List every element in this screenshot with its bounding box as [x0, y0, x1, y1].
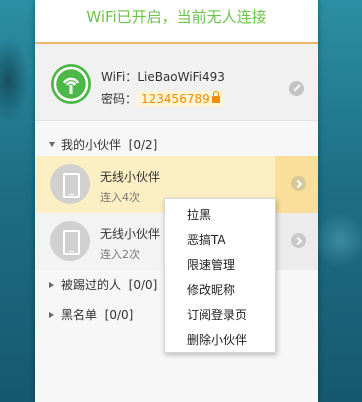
expand-right-icon: [49, 312, 54, 318]
phone-icon: [63, 230, 80, 255]
section-friends-count: [0/2]: [128, 138, 158, 152]
wifi-info-card: WiFi：LieBaoWiFi493 密码： 123456789: [35, 44, 318, 121]
lock-icon: [211, 91, 220, 103]
phone-icon: [63, 173, 80, 198]
context-menu: 拉黑 恶搞TA 限速管理 修改昵称 订阅登录页 删除小伙伴: [164, 198, 276, 353]
wifi-icon: [51, 64, 91, 104]
password-value[interactable]: 123456789: [137, 91, 224, 107]
section-blacklist[interactable]: 黑名单 [0/0]: [49, 306, 133, 323]
ssid-value: LieBaoWiFi493: [137, 70, 225, 84]
avatar: [50, 164, 90, 204]
chevron-right-icon[interactable]: [291, 176, 306, 191]
chevron-right-icon[interactable]: [291, 233, 306, 248]
friend-connect-count: 连入4次: [100, 191, 140, 204]
expand-right-icon: [49, 282, 54, 288]
password-label: 密码：: [101, 92, 138, 106]
avatar: [50, 221, 90, 261]
expand-down-icon: [49, 142, 55, 147]
menu-item-subscribe-login[interactable]: 订阅登录页: [187, 306, 247, 323]
menu-item-rename[interactable]: 修改昵称: [187, 281, 235, 298]
menu-item-speed-limit[interactable]: 限速管理: [187, 256, 235, 273]
friend-connect-count: 连入2次: [100, 248, 140, 261]
section-blacklist-count: [0/0]: [104, 308, 134, 322]
status-text: WiFi已开启，当前无人连接: [86, 8, 267, 26]
section-blacklist-label: 黑名单: [61, 308, 98, 322]
section-kicked-label: 被踢过的人: [61, 278, 122, 292]
edit-icon[interactable]: [289, 81, 304, 96]
menu-item-prank[interactable]: 恶搞TA: [187, 231, 226, 248]
section-friends-label: 我的小伙伴: [61, 138, 122, 152]
status-header: WiFi已开启，当前无人连接: [35, 0, 318, 44]
section-kicked-count: [0/0]: [128, 278, 158, 292]
section-friends[interactable]: 我的小伙伴 [0/2]: [49, 136, 157, 153]
password-text: 123456789: [141, 92, 210, 106]
friend-name: 无线小伙伴: [100, 170, 161, 184]
menu-item-block[interactable]: 拉黑: [187, 206, 211, 223]
section-kicked[interactable]: 被踢过的人 [0/0]: [49, 276, 157, 293]
password-row: 密码： 123456789: [101, 90, 224, 107]
menu-item-delete-friend[interactable]: 删除小伙伴: [187, 331, 247, 348]
friend-name: 无线小伙伴: [100, 227, 161, 241]
ssid-label: WiFi：: [101, 70, 138, 84]
ssid-row: WiFi：LieBaoWiFi493: [101, 68, 225, 85]
